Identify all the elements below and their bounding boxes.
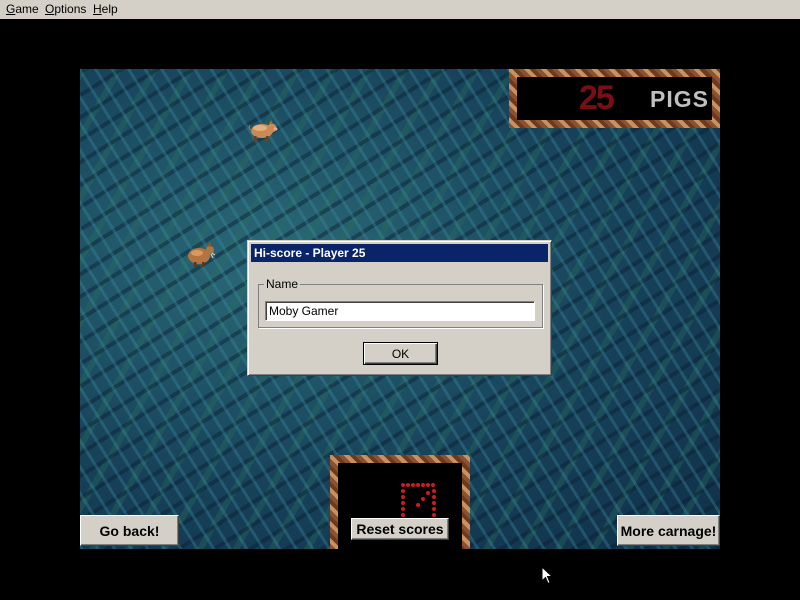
pig-icon[interactable] [186, 241, 216, 269]
reset-scores-button[interactable]: Reset scores [351, 518, 449, 540]
menu-game[interactable]: Game [6, 2, 39, 16]
logo-text: PIGS [650, 86, 709, 112]
menu-help[interactable]: Help [93, 2, 118, 16]
pig-icon[interactable] [248, 119, 278, 143]
menu-options[interactable]: Options [45, 2, 86, 16]
logo-frame: 25 PIGS [509, 69, 720, 128]
ok-button[interactable]: OK [363, 342, 438, 365]
logo-number: 25 [579, 79, 615, 117]
mouse-cursor-icon [541, 566, 554, 585]
dialog-title: Hi-score - Player 25 [251, 244, 548, 262]
logo: 25 PIGS [517, 77, 712, 120]
menu-bar: Game Options Help [0, 0, 800, 19]
go-back-button[interactable]: Go back! [80, 515, 179, 546]
name-label: Name [264, 277, 301, 291]
name-input[interactable] [265, 301, 535, 321]
more-carnage-button[interactable]: More carnage! [617, 515, 720, 546]
hiscore-dialog: Hi-score - Player 25 Name OK [247, 240, 552, 376]
